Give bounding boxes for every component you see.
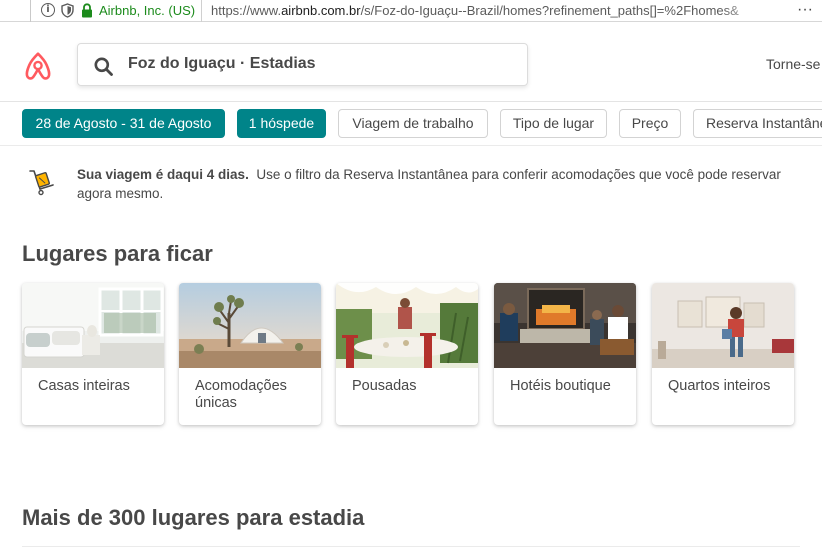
- category-label: Pousadas: [352, 378, 417, 394]
- guests-filter-button[interactable]: 1 hóspede: [237, 109, 326, 138]
- unique-stays-photo: [179, 283, 321, 368]
- tracking-shield-icon[interactable]: [61, 3, 74, 18]
- window-frame-divider: [30, 0, 31, 22]
- become-host-link[interactable]: Torne-se: [766, 56, 820, 72]
- url-path: /s/Foz-do-Iguaçu--Brazil/homes?refinemen…: [360, 3, 739, 18]
- category-label: Hotéis boutique: [510, 378, 611, 394]
- site-info-icon[interactable]: i: [41, 3, 55, 17]
- category-card-boutique-hotels[interactable]: Hotéis boutique: [494, 283, 636, 425]
- url-separator: [201, 0, 202, 22]
- price-filter-button[interactable]: Preço: [619, 109, 681, 138]
- bed-and-breakfasts-photo: [336, 283, 478, 368]
- category-label: Acomodações únicas: [195, 378, 287, 411]
- category-card-bed-and-breakfasts[interactable]: Pousadas: [336, 283, 478, 425]
- places-section-title: Lugares para ficar: [22, 241, 213, 266]
- entire-homes-photo: [22, 283, 164, 368]
- listings-section-title: Mais de 300 lugares para estadia: [22, 505, 365, 530]
- filter-divider: [0, 145, 822, 146]
- header-divider: [0, 101, 822, 102]
- listings-divider: [22, 546, 800, 547]
- search-icon: [94, 57, 113, 76]
- category-label: Casas inteiras: [38, 378, 130, 394]
- trip-notice-highlight: Sua viagem é daqui 4 dias.: [77, 167, 249, 182]
- airbnb-logo-icon[interactable]: [23, 50, 53, 82]
- category-card-entire-homes[interactable]: Casas inteiras: [22, 283, 164, 425]
- url-field[interactable]: https://www.airbnb.com.br/s/Foz-do-Iguaç…: [211, 3, 766, 18]
- url-fade: [720, 1, 770, 21]
- work-trip-filter-button[interactable]: Viagem de trabalho: [338, 109, 488, 138]
- search-input[interactable]: Foz do Iguaçu · Estadias: [128, 55, 316, 73]
- instant-book-filter-button[interactable]: Reserva Instantânea: [693, 109, 822, 138]
- secure-lock-icon[interactable]: [81, 3, 93, 18]
- trip-notice: Sua viagem é daqui 4 dias. Use o filtro …: [77, 165, 809, 203]
- search-bar[interactable]: Foz do Iguaçu · Estadias: [77, 43, 528, 86]
- dates-filter-button[interactable]: 28 de Agosto - 31 de Agosto: [22, 109, 225, 138]
- url-prefix: https://www.: [211, 3, 282, 18]
- category-card-unique-stays[interactable]: Acomodações únicas: [179, 283, 321, 425]
- boutique-hotels-photo: [494, 283, 636, 368]
- category-card-private-rooms[interactable]: Quartos inteiros: [652, 283, 794, 425]
- luggage-trolley-icon: [29, 170, 54, 196]
- url-domain: airbnb.com.br: [281, 3, 361, 18]
- browser-address-bar: i Airbnb, Inc. (US) https://www.airbnb.c…: [0, 0, 822, 22]
- place-type-filter-button[interactable]: Tipo de lugar: [500, 109, 607, 138]
- private-rooms-photo: [652, 283, 794, 368]
- page-actions-more-icon[interactable]: ···: [797, 1, 813, 19]
- site-identity-label[interactable]: Airbnb, Inc. (US): [99, 3, 195, 18]
- category-label: Quartos inteiros: [668, 378, 771, 394]
